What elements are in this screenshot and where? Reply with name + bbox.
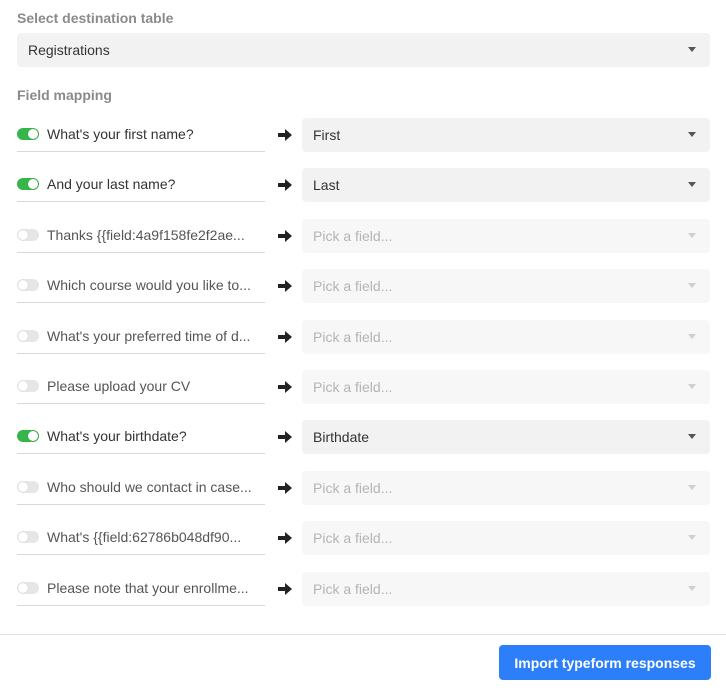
toggle-knob	[18, 482, 28, 492]
question-cell: What's your first name?	[17, 117, 265, 152]
chevron-down-icon	[688, 384, 696, 389]
chevron-down-icon	[688, 132, 696, 137]
question-cell: What's {{field:62786b048df90...	[17, 520, 265, 555]
toggle-knob	[18, 381, 28, 391]
field-select[interactable]: Pick a field...	[302, 370, 710, 404]
field-select[interactable]: First	[302, 118, 710, 152]
field-mapping-row: Please note that your enrollme... Pick a …	[0, 571, 726, 607]
field-select-value: Pick a field...	[313, 379, 393, 395]
field-select-value: Birthdate	[313, 429, 370, 445]
question-cell: Please upload your CV	[17, 369, 265, 404]
import-typeform-responses-button[interactable]: Import typeform responses	[499, 645, 711, 680]
arrow-right-icon	[278, 482, 292, 494]
field-select-value: Pick a field...	[313, 530, 393, 546]
chevron-down-icon	[688, 334, 696, 339]
field-select[interactable]: Last	[302, 168, 710, 202]
question-cell: Which course would you like to...	[17, 268, 265, 303]
enable-toggle[interactable]	[17, 128, 39, 140]
question-cell: What's your birthdate?	[17, 419, 265, 454]
enable-toggle[interactable]	[17, 380, 39, 392]
field-mapping-row: Please upload your CV Pick a field...	[0, 369, 726, 405]
field-select[interactable]: Pick a field...	[302, 219, 710, 253]
enable-toggle[interactable]	[17, 279, 39, 291]
enable-toggle[interactable]	[17, 229, 39, 241]
question-text: And your last name?	[47, 176, 176, 192]
question-text: What's your preferred time of d...	[47, 328, 251, 344]
arrow-right-icon	[278, 583, 292, 595]
arrow-right-icon	[278, 331, 292, 343]
toggle-knob	[18, 583, 28, 593]
question-cell: Thanks {{field:4a9f158fe2f2ae...	[17, 218, 265, 253]
question-text: Who should we contact in case...	[47, 479, 252, 495]
chevron-down-icon	[688, 586, 696, 591]
enable-toggle[interactable]	[17, 481, 39, 493]
chevron-down-icon	[688, 434, 696, 439]
field-mapping-row: And your last name? Last	[0, 167, 726, 203]
footer-divider	[0, 634, 726, 635]
question-text: What's your birthdate?	[47, 428, 187, 444]
arrow-right-icon	[278, 381, 292, 393]
enable-toggle[interactable]	[17, 531, 39, 543]
field-mapping-label: Field mapping	[17, 87, 112, 103]
arrow-right-icon	[278, 129, 292, 141]
field-select-value: Pick a field...	[313, 228, 393, 244]
field-mapping-row: What's your preferred time of d... Pick a…	[0, 319, 726, 355]
enable-toggle[interactable]	[17, 178, 39, 190]
field-select[interactable]: Pick a field...	[302, 269, 710, 303]
toggle-knob	[28, 129, 38, 139]
toggle-knob	[28, 431, 38, 441]
arrow-right-icon	[278, 230, 292, 242]
question-cell: Please note that your enrollme...	[17, 571, 265, 606]
destination-table-select[interactable]: Registrations	[17, 33, 710, 67]
enable-toggle[interactable]	[17, 330, 39, 342]
enable-toggle[interactable]	[17, 582, 39, 594]
field-select-value: Pick a field...	[313, 278, 393, 294]
arrow-right-icon	[278, 179, 292, 191]
field-mapping-row: What's {{field:62786b048df90... Pick a fi…	[0, 520, 726, 556]
toggle-knob	[28, 179, 38, 189]
field-select[interactable]: Pick a field...	[302, 471, 710, 505]
field-select[interactable]: Birthdate	[302, 420, 710, 454]
arrow-right-icon	[278, 431, 292, 443]
field-select-value: Pick a field...	[313, 581, 393, 597]
chevron-down-icon	[688, 233, 696, 238]
question-text: Please note that your enrollme...	[47, 580, 249, 596]
field-mapping-row: Who should we contact in case... Pick a f…	[0, 470, 726, 506]
toggle-knob	[18, 230, 28, 240]
toggle-knob	[18, 280, 28, 290]
arrow-right-icon	[278, 532, 292, 544]
field-mapping-row: What's your first name? First	[0, 117, 726, 153]
question-text: What's {{field:62786b048df90...	[47, 529, 242, 545]
field-select-value: First	[313, 127, 341, 143]
field-select-value: Pick a field...	[313, 480, 393, 496]
question-text: Which course would you like to...	[47, 277, 251, 293]
field-select[interactable]: Pick a field...	[302, 320, 710, 354]
question-text: What's your first name?	[47, 126, 194, 142]
question-cell: Who should we contact in case...	[17, 470, 265, 505]
destination-table-value: Registrations	[28, 42, 110, 58]
question-cell: And your last name?	[17, 167, 265, 202]
enable-toggle[interactable]	[17, 430, 39, 442]
arrow-right-icon	[278, 280, 292, 292]
field-select[interactable]: Pick a field...	[302, 572, 710, 606]
field-mapping-row: Thanks {{field:4a9f158fe2f2ae... Pick a f…	[0, 218, 726, 254]
field-select-value: Pick a field...	[313, 329, 393, 345]
field-mapping-row: What's your birthdate? Birthdate	[0, 419, 726, 455]
toggle-knob	[18, 532, 28, 542]
destination-table-label: Select destination table	[17, 10, 174, 26]
question-text: Please upload your CV	[47, 378, 191, 394]
question-cell: What's your preferred time of d...	[17, 319, 265, 354]
field-mapping-row: Which course would you like to... Pick a …	[0, 268, 726, 304]
chevron-down-icon	[688, 182, 696, 187]
chevron-down-icon	[688, 535, 696, 540]
chevron-down-icon	[688, 47, 696, 52]
field-select-value: Last	[313, 177, 340, 193]
field-select[interactable]: Pick a field...	[302, 521, 710, 555]
chevron-down-icon	[688, 283, 696, 288]
chevron-down-icon	[688, 485, 696, 490]
toggle-knob	[18, 331, 28, 341]
question-text: Thanks {{field:4a9f158fe2f2ae...	[47, 227, 245, 243]
